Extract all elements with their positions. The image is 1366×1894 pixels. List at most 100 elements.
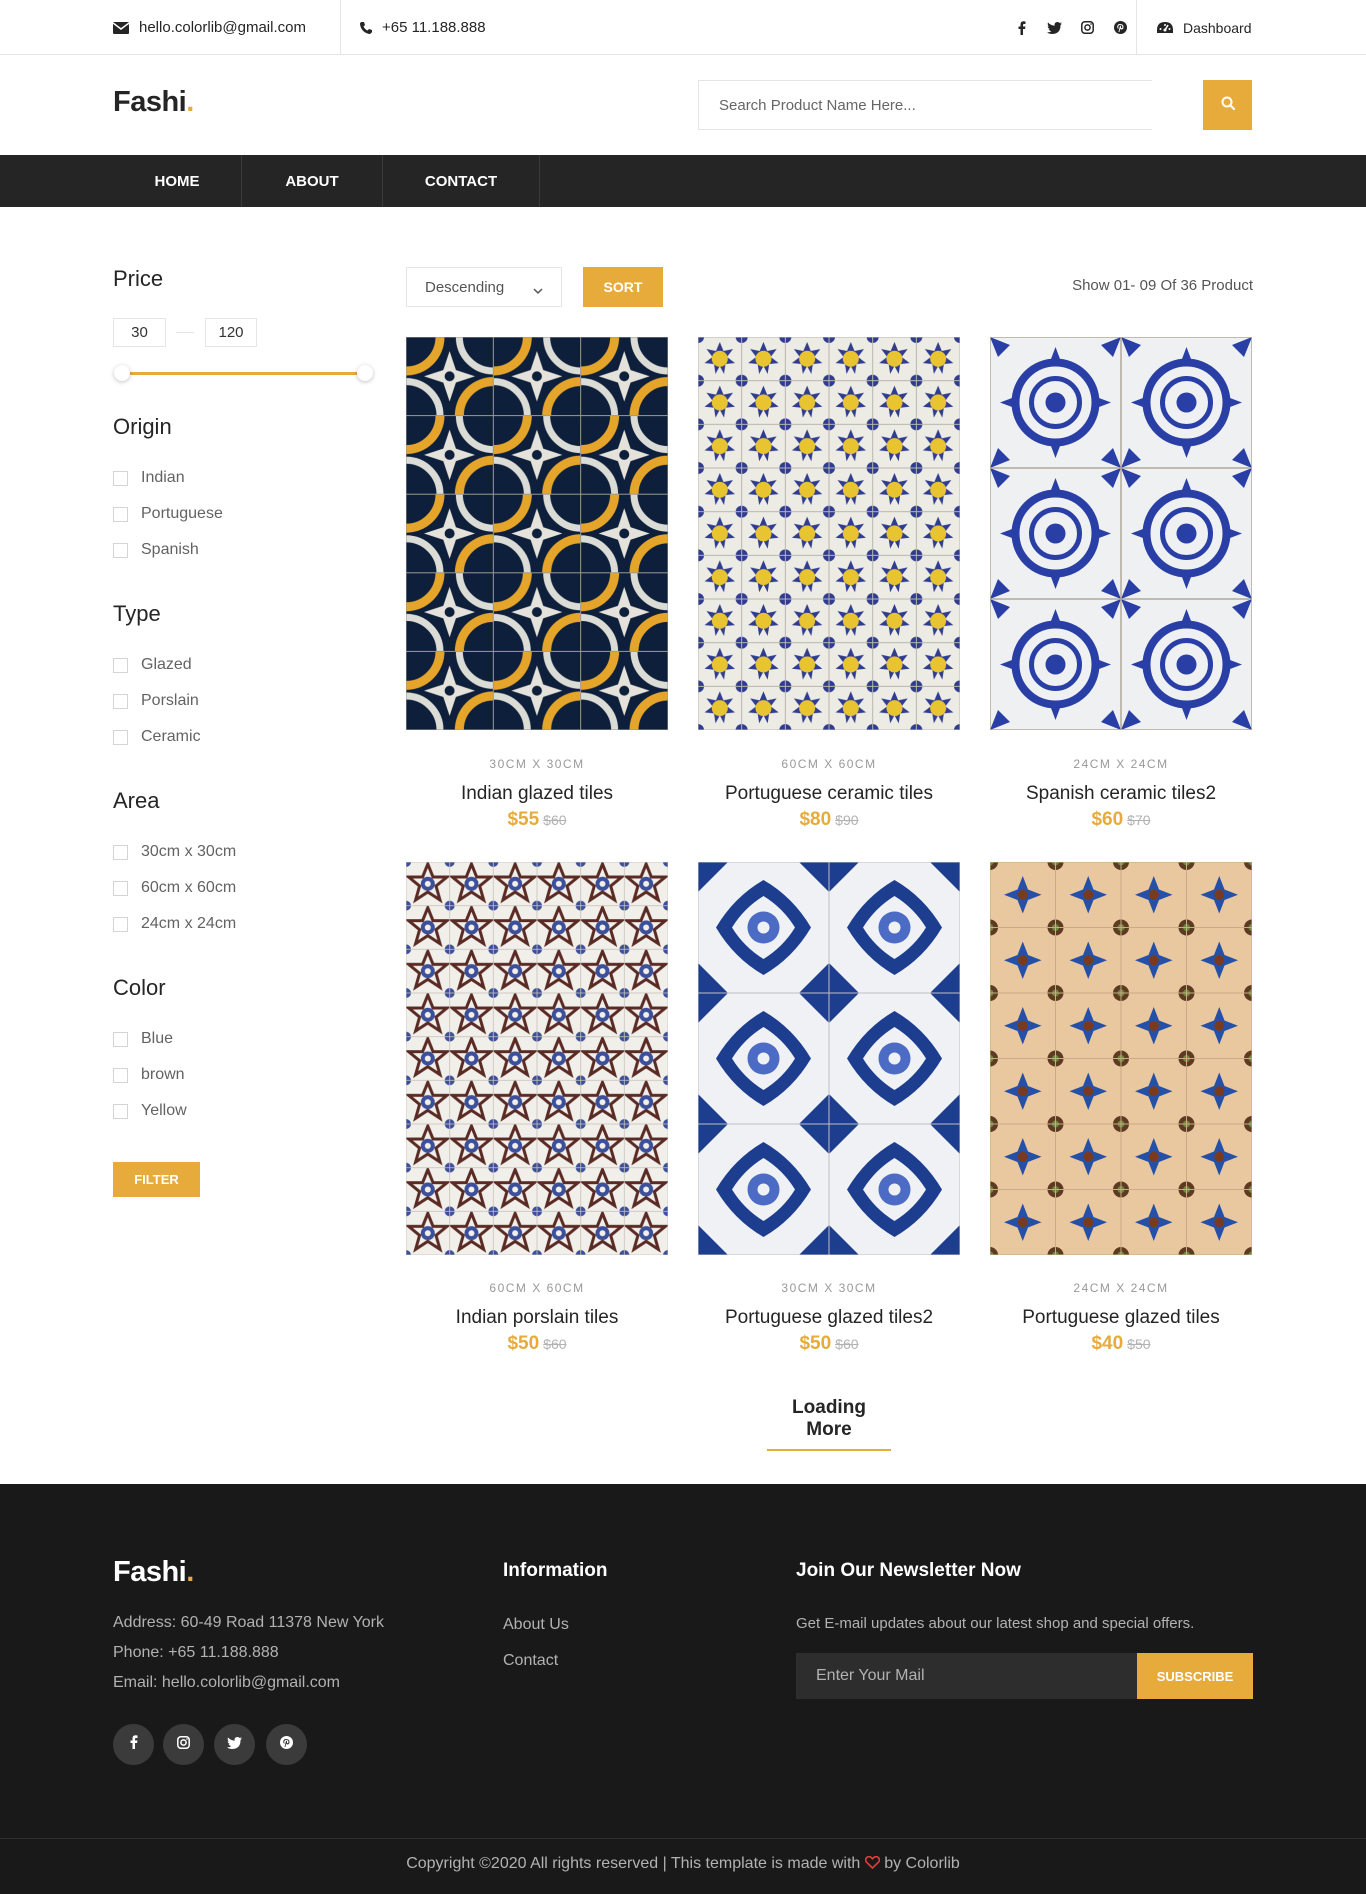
product-price: $50 $60 (406, 1333, 668, 1355)
instagram-icon[interactable] (1071, 21, 1104, 34)
product-image[interactable] (990, 862, 1252, 1255)
checkbox[interactable] (113, 880, 128, 896)
checkbox[interactable] (113, 693, 128, 709)
product-price-now: $60 (1091, 809, 1124, 830)
facebook-icon (130, 1735, 138, 1754)
footer-instagram-button[interactable] (163, 1724, 204, 1765)
newsletter-text: Get E-mail updates about our latest shop… (796, 1615, 1195, 1632)
product-price: $40 $50 (990, 1333, 1252, 1355)
product-price-now: $50 (507, 1333, 540, 1354)
color-option-blue[interactable]: Blue (113, 1030, 173, 1048)
area-option-24[interactable]: 24cm x 24cm (113, 915, 236, 933)
product-image[interactable] (406, 337, 668, 730)
footer-logo[interactable]: Fashi. (113, 1556, 194, 1589)
product-name[interactable]: Portuguese glazed tiles (990, 1307, 1252, 1329)
footer-address: Address: 60-49 Road 11378 New York (113, 1614, 384, 1631)
price-slider-max-handle[interactable] (357, 365, 373, 381)
product-price-now: $50 (799, 1333, 832, 1354)
product-price: $50 $60 (698, 1333, 960, 1355)
top-bar: hello.colorlib@gmail.com +65 11.188.888 … (0, 0, 1366, 55)
facebook-icon[interactable] (1005, 20, 1038, 35)
checkbox[interactable] (113, 1103, 128, 1119)
product-name[interactable]: Indian glazed tiles (406, 783, 668, 805)
twitter-icon[interactable] (1038, 21, 1071, 34)
product-price-old: $60 (543, 1336, 567, 1352)
search-button[interactable] (1203, 80, 1252, 130)
loading-more-link[interactable]: Loading More (767, 1397, 891, 1451)
checkbox-label: 30cm x 30cm (141, 843, 237, 860)
checkbox[interactable] (113, 542, 128, 558)
nav-home[interactable]: HOME (113, 155, 241, 207)
price-max-input[interactable]: 120 (205, 318, 257, 347)
product-image[interactable] (698, 862, 960, 1255)
topbar-email[interactable]: hello.colorlib@gmail.com (113, 0, 306, 55)
topbar-divider (340, 0, 341, 55)
dashboard-link[interactable]: Dashboard (1157, 0, 1252, 55)
footer-link-contact[interactable]: Contact (503, 1652, 558, 1670)
newsletter-email-input[interactable]: Enter Your Mail (796, 1653, 1138, 1699)
sort-button[interactable]: SORT (583, 267, 663, 307)
checkbox[interactable] (113, 916, 128, 932)
topbar-phone[interactable]: +65 11.188.888 (360, 0, 486, 55)
product-image[interactable] (406, 862, 668, 1255)
type-option-ceramic[interactable]: Ceramic (113, 728, 201, 746)
product-price-now: $55 (507, 809, 540, 830)
product-size: 60CM X 60CM (781, 757, 877, 771)
product-name[interactable]: Indian porslain tiles (406, 1307, 668, 1329)
footer-facebook-button[interactable] (113, 1724, 154, 1765)
product-image[interactable] (990, 337, 1252, 730)
type-option-glazed[interactable]: Glazed (113, 656, 192, 674)
area-option-30[interactable]: 30cm x 30cm (113, 843, 236, 861)
checkbox[interactable] (113, 729, 128, 745)
pinterest-icon[interactable] (1104, 21, 1137, 34)
product-name[interactable]: Portuguese glazed tiles2 (698, 1307, 960, 1329)
sort-select-value: Descending (425, 278, 505, 296)
checkbox[interactable] (113, 1031, 128, 1047)
subscribe-button[interactable]: SUBSCRIBE (1137, 1653, 1253, 1699)
footer-pinterest-button[interactable] (266, 1724, 307, 1765)
product-price-old: $90 (835, 812, 859, 828)
checkbox[interactable] (113, 844, 128, 860)
site-logo[interactable]: Fashi. (113, 86, 194, 119)
footer-link-about[interactable]: About Us (503, 1616, 569, 1634)
pinterest-icon (280, 1735, 293, 1754)
copyright: Copyright ©2020 All rights reserved | Th… (0, 1855, 1366, 1874)
instagram-icon (177, 1735, 190, 1754)
product-image[interactable] (698, 337, 960, 730)
checkbox[interactable] (113, 470, 128, 486)
product-name[interactable]: Spanish ceramic tiles2 (990, 783, 1252, 805)
nav-divider (539, 155, 540, 207)
area-option-60[interactable]: 60cm x 60cm (113, 879, 236, 897)
origin-option-portuguese[interactable]: Portuguese (113, 505, 223, 523)
chevron-down-icon (533, 282, 543, 299)
checkbox[interactable] (113, 506, 128, 522)
checkbox[interactable] (113, 1067, 128, 1083)
topbar-social (1005, 0, 1137, 55)
nav-about[interactable]: ABOUT (242, 155, 382, 207)
color-option-yellow[interactable]: Yellow (113, 1102, 187, 1120)
checkbox[interactable] (113, 657, 128, 673)
logo-text: Fashi (113, 86, 187, 118)
product-price-old: $60 (543, 812, 567, 828)
price-slider-track[interactable] (122, 372, 365, 375)
nav-contact[interactable]: CONTACT (383, 155, 539, 207)
product-name[interactable]: Portuguese ceramic tiles (698, 783, 960, 805)
product-size: 24CM X 24CM (1073, 757, 1169, 771)
filter-button[interactable]: FILTER (113, 1162, 200, 1197)
footer-twitter-button[interactable] (214, 1724, 255, 1765)
sort-select[interactable]: Descending (406, 267, 562, 307)
search-input[interactable]: Search Product Name Here... (698, 80, 1152, 130)
newsletter-email-placeholder: Enter Your Mail (816, 1667, 925, 1684)
area-title: Area (113, 788, 160, 813)
product-size: 60CM X 60CM (489, 1281, 585, 1295)
copyright-suffix[interactable]: by Colorlib (884, 1855, 960, 1872)
origin-option-indian[interactable]: Indian (113, 469, 185, 487)
price-slider-min-handle[interactable] (114, 365, 130, 381)
product-price: $80 $90 (698, 809, 960, 831)
footer-logo-dot: . (186, 1556, 194, 1588)
topbar-divider (1136, 0, 1137, 55)
price-min-input[interactable]: 30 (113, 318, 166, 347)
origin-option-spanish[interactable]: Spanish (113, 541, 199, 559)
type-option-porslain[interactable]: Porslain (113, 692, 199, 710)
color-option-brown[interactable]: brown (113, 1066, 185, 1084)
